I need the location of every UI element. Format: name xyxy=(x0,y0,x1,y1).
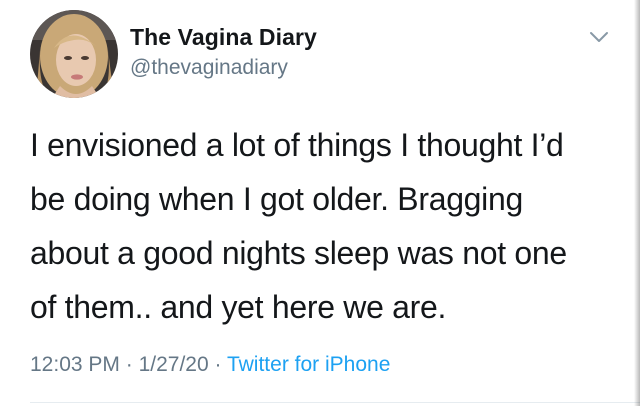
author-handle[interactable]: @thevaginadiary xyxy=(130,56,288,80)
tweet-date[interactable]: 1/27/20 xyxy=(139,353,209,376)
tweet-menu-button[interactable] xyxy=(588,26,610,48)
tweet-source-link[interactable]: Twitter for iPhone xyxy=(227,353,390,376)
meta-separator: · xyxy=(214,353,222,376)
tweet-card[interactable]: The Vagina Diary @thevaginadiary I envis… xyxy=(0,0,640,406)
tweet-metadata: 12:03 PM · 1/27/20 · Twitter for iPhone xyxy=(30,353,390,377)
tweet-time[interactable]: 12:03 PM xyxy=(30,353,120,376)
chevron-down-icon xyxy=(590,32,608,42)
profile-photo xyxy=(30,10,118,98)
meta-separator: · xyxy=(125,353,133,376)
author-display-name[interactable]: The Vagina Diary xyxy=(130,24,317,51)
divider xyxy=(30,402,640,403)
tweet-text: I envisioned a lot of things I thought I… xyxy=(30,127,567,325)
avatar[interactable] xyxy=(30,10,118,98)
screen-edge-shadow xyxy=(634,0,640,406)
